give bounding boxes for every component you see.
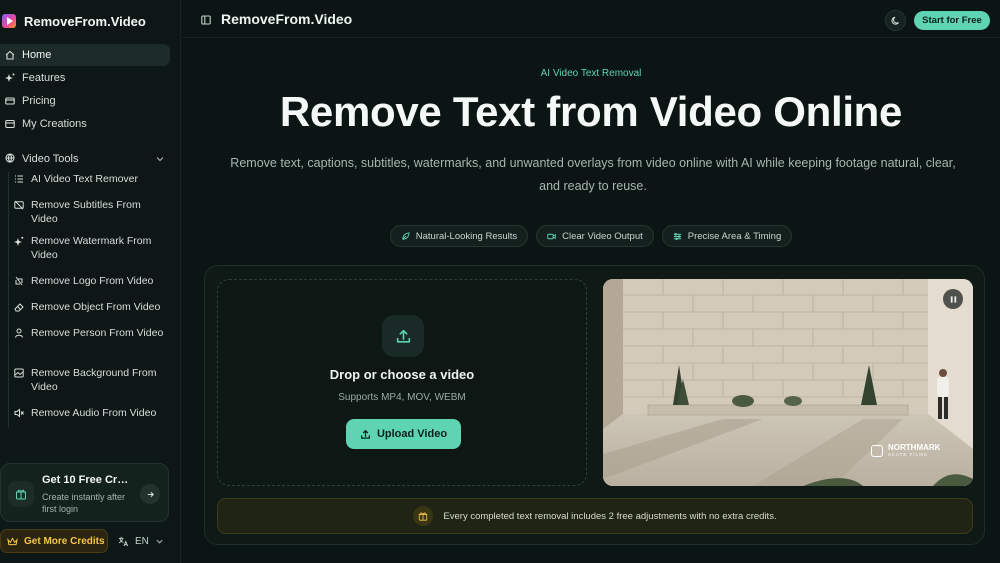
pause-button[interactable]: [943, 289, 963, 309]
chip-natural-results: Natural-Looking Results: [389, 225, 529, 247]
video-icon: [547, 233, 556, 239]
tool-remove-audio[interactable]: Remove Audio From Video: [9, 406, 168, 428]
tool-label: Remove Object From Video: [31, 301, 161, 313]
volume-off-icon: [14, 408, 24, 418]
image-icon: [14, 368, 24, 378]
logo-off-icon: [14, 276, 24, 286]
upload-video-button[interactable]: Upload Video: [346, 419, 461, 449]
globe-icon: [5, 152, 15, 166]
free-credits-title: Get 10 Free Credits: [42, 474, 134, 486]
get-more-credits-label: Get More Credits: [24, 535, 105, 547]
upload-icon: [382, 315, 424, 357]
chip-label: Clear Video Output: [562, 230, 643, 242]
tool-ai-video-text-remover[interactable]: AI Video Text Remover: [9, 172, 168, 194]
tool-remove-logo[interactable]: Remove Logo From Video: [9, 274, 168, 300]
nav-item-features[interactable]: Features: [0, 67, 170, 89]
dropzone-formats: Supports MP4, MOV, WEBM: [338, 392, 466, 403]
gift-icon: [413, 506, 434, 526]
tool-remove-background[interactable]: Remove Background From Video: [9, 366, 168, 406]
tool-label: Remove Logo From Video: [31, 275, 154, 287]
notice-text: Every completed text removal includes 2 …: [443, 510, 777, 522]
eraser-icon: [14, 302, 24, 312]
nav-item-home[interactable]: Home: [0, 44, 170, 66]
free-adjustments-notice: Every completed text removal includes 2 …: [217, 498, 973, 534]
pause-icon: [950, 295, 956, 303]
topbar: RemoveFrom.Video Start for Free: [182, 0, 1000, 38]
chip-label: Precise Area & Timing: [687, 230, 782, 242]
video-tools-toggle[interactable]: Video Tools: [5, 151, 165, 167]
sidebar-toggle-icon[interactable]: [201, 15, 211, 25]
folder-icon: [5, 119, 15, 129]
gift-icon: [8, 481, 34, 507]
watermark-name: NORTHMARK: [888, 443, 941, 452]
moon-icon: [891, 16, 899, 25]
tool-label: AI Video Text Remover: [31, 173, 138, 185]
get-more-credits-button[interactable]: Get More Credits: [0, 529, 108, 553]
list-icon: [14, 174, 24, 184]
chevron-down-icon: [156, 157, 164, 162]
tool-remove-watermark[interactable]: Remove Watermark From Video: [9, 234, 168, 274]
hero-title: Remove Text from Video Online: [279, 88, 903, 135]
hero-subtitle: Remove text, captions, subtitles, waterm…: [230, 156, 956, 193]
language-selector[interactable]: EN: [118, 533, 164, 549]
chevron-down-icon: [156, 539, 163, 544]
video-preview[interactable]: NORTHMARK SKATE FILMS: [603, 279, 973, 486]
home-icon: [5, 50, 15, 60]
tool-remove-person[interactable]: Remove Person From Video: [9, 326, 168, 366]
video-dropzone[interactable]: Drop or choose a video Supports MP4, MOV…: [217, 279, 587, 486]
tool-label: Remove Background From Video: [31, 367, 157, 393]
arrow-right-icon[interactable]: [140, 484, 160, 504]
nav-item-label: Features: [22, 72, 66, 84]
translate-icon: [118, 536, 129, 546]
brand[interactable]: RemoveFrom.Video: [2, 10, 146, 32]
tool-remove-object[interactable]: Remove Object From Video: [9, 300, 168, 326]
subtitles-off-icon: [14, 200, 24, 210]
main-nav: Home Features Pricing My Creations: [0, 44, 170, 136]
tool-label: Remove Watermark From Video: [31, 235, 152, 261]
person-icon: [14, 328, 24, 338]
nav-item-my-creations[interactable]: My Creations: [0, 113, 170, 135]
language-label: EN: [135, 535, 149, 547]
free-credits-desc: Create instantly after first login: [42, 492, 126, 514]
nav-item-label: My Creations: [22, 118, 87, 130]
dropzone-title: Drop or choose a video: [329, 367, 475, 382]
crown-icon: [7, 536, 18, 545]
sidebar: RemoveFrom.Video Home Features Pricing M…: [0, 0, 181, 563]
nav-item-label: Pricing: [22, 95, 56, 107]
tool-remove-subtitles[interactable]: Remove Subtitles From Video: [9, 194, 168, 234]
chip-precise-timing: Precise Area & Timing: [661, 225, 793, 247]
start-for-free-button[interactable]: Start for Free: [914, 11, 990, 30]
tool-label: Remove Person From Video: [31, 327, 164, 339]
sparkle-icon: [5, 73, 15, 83]
brand-name: RemoveFrom.Video: [24, 13, 146, 29]
tool-label: Remove Subtitles From Video: [31, 199, 141, 225]
theme-toggle-button[interactable]: [885, 10, 906, 31]
leaf-icon: [402, 231, 410, 240]
chip-label: Natural-Looking Results: [415, 230, 518, 242]
sparkles-icon: [14, 236, 24, 246]
page-title: RemoveFrom.Video: [221, 11, 353, 27]
brand-logo-icon: [2, 14, 16, 28]
nav-item-pricing[interactable]: Pricing: [0, 90, 170, 112]
credit-card-icon: [5, 96, 15, 106]
nav-item-label: Home: [22, 49, 52, 61]
upload-card: Drop or choose a video Supports MP4, MOV…: [204, 265, 985, 545]
feature-chips: Natural-Looking Results Clear Video Outp…: [182, 225, 1000, 247]
video-tools-list: AI Video Text Remover Remove Subtitles F…: [8, 172, 168, 428]
upload-icon: [360, 429, 370, 439]
hero-eyebrow: AI Video Text Removal: [540, 68, 642, 79]
upload-video-label: Upload Video: [376, 428, 448, 440]
preview-watermark: NORTHMARK SKATE FILMS: [871, 443, 940, 458]
watermark-logo-icon: [871, 444, 883, 457]
watermark-sub: SKATE FILMS: [888, 452, 928, 457]
tool-label: Remove Audio From Video: [31, 407, 157, 419]
video-tools-label: Video Tools: [22, 153, 79, 165]
free-credits-card[interactable]: Get 10 Free Credits Create instantly aft…: [0, 463, 169, 522]
sliders-icon: [673, 232, 681, 240]
chip-clear-output: Clear Video Output: [536, 225, 654, 247]
